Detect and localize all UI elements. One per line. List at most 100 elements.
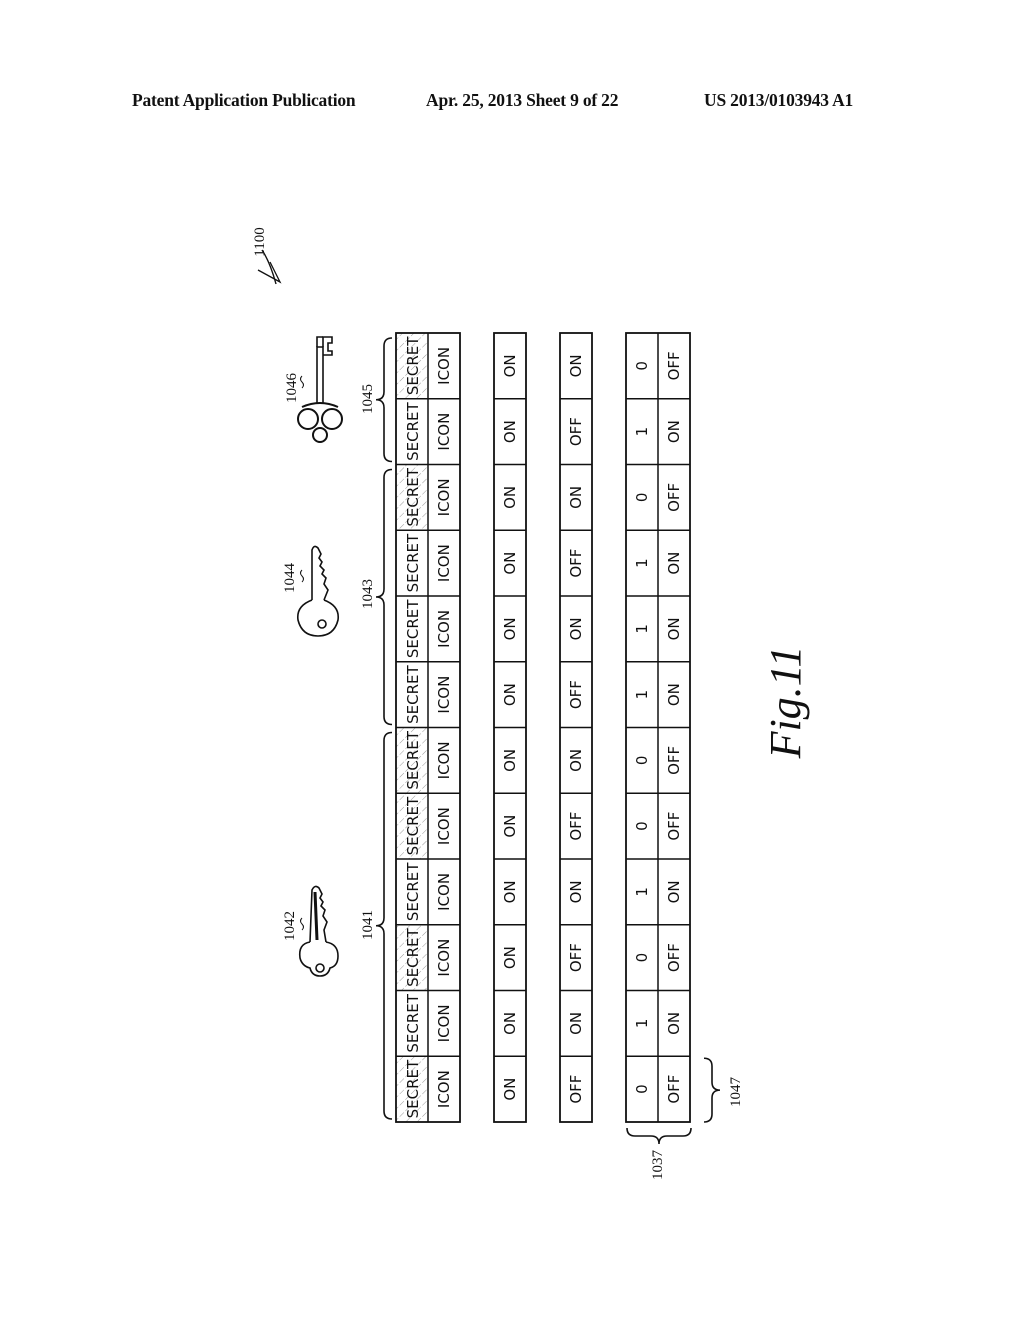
pin-tumbler-key-icon (298, 885, 339, 977)
state-value: ON (501, 1078, 519, 1101)
icon-label: ICON (435, 1004, 453, 1042)
state-value: ON (567, 749, 585, 772)
state-value: ON (567, 617, 585, 640)
icon-label: ICON (435, 873, 453, 911)
secret-label: SECRET (404, 599, 422, 658)
bit-state: OFF (665, 483, 683, 512)
state-value: ON (501, 683, 519, 706)
icon-label: ICON (435, 807, 453, 845)
secret-icon-cell: SECRET ICON (396, 924, 453, 991)
key-label-1042: 1042 (282, 911, 298, 941)
state-value: OFF (567, 943, 585, 972)
secret-icon-cell: SECRET ICON (396, 1056, 453, 1122)
bit-value: 1 (633, 427, 651, 437)
bit-value: 0 (633, 361, 651, 371)
icon-label: ICON (435, 1070, 453, 1108)
secret-icon-table: SECRET ICON SECRET ICON SECRET ICON SECRET ICON… (395, 332, 461, 1123)
bit-state: ON (665, 617, 683, 640)
state-value: ON (501, 749, 519, 772)
state-value: ON (567, 1012, 585, 1035)
secret-icon-cell: SECRET ICON (396, 464, 453, 531)
secret-label: SECRET (404, 993, 422, 1052)
bit-state: OFF (665, 746, 683, 775)
bit-state: ON (665, 880, 683, 903)
state-value: ON (567, 354, 585, 377)
bit-value: 1 (633, 887, 651, 897)
figure-11-diagram: 1100 SECRET ICONSECRET ICONSECRET ICONSECRE… (252, 227, 810, 1181)
bit-state: ON (665, 420, 683, 443)
secret-label: SECRET (404, 402, 422, 461)
secret-icon-cell: SECRET ICON (396, 727, 453, 794)
state-value: ON (501, 617, 519, 640)
bit-state: OFF (665, 1075, 683, 1104)
bit-state: OFF (665, 943, 683, 972)
all-on-table: ON ON ON ON ON ON ON ON ON ON ON ON (493, 332, 527, 1123)
icon-label: ICON (435, 544, 453, 582)
state-value: OFF (567, 417, 585, 446)
icon-label: ICON (435, 610, 453, 648)
group-brace-1043 (375, 468, 393, 726)
icon-label: ICON (435, 478, 453, 516)
group-label-1043: 1043 (360, 579, 376, 609)
bit-value: 0 (633, 493, 651, 503)
key-label-1044: 1044 (282, 563, 298, 594)
figure-caption: Fig.11 (761, 646, 810, 760)
state-value: ON (501, 880, 519, 903)
skeleton-key-icon (297, 336, 343, 443)
leader-squiggle-1046 (300, 375, 304, 389)
secret-icon-cell: SECRET ICON (396, 793, 453, 859)
state-value: ON (501, 815, 519, 838)
secret-label: SECRET (404, 533, 422, 592)
state-value: ON (567, 880, 585, 903)
icon-label: ICON (435, 741, 453, 779)
secret-icon-cell: SECRET ICON (396, 333, 453, 399)
secret-label: SECRET (404, 796, 422, 855)
state-value: ON (501, 486, 519, 509)
column-brace-label-1047: 1047 (728, 1077, 744, 1108)
bit-value: 1 (633, 1019, 651, 1029)
state-value: ON (501, 552, 519, 575)
bit-value: 0 (633, 821, 651, 831)
row-brace-label-1037: 1037 (650, 1150, 666, 1181)
bit-state: ON (665, 552, 683, 575)
bit-value: 1 (633, 624, 651, 634)
state-value: ON (501, 420, 519, 443)
state-value: OFF (567, 1075, 585, 1104)
bit-value: 0 (633, 756, 651, 766)
state-value: OFF (567, 680, 585, 709)
key-label-1046: 1046 (284, 373, 300, 404)
icon-label: ICON (435, 676, 453, 714)
state-value: ON (501, 1012, 519, 1035)
secret-label: SECRET (404, 336, 422, 395)
bit-state: OFF (665, 812, 683, 841)
secret-label: SECRET (404, 665, 422, 724)
icon-label: ICON (435, 413, 453, 451)
bit-value: 0 (633, 953, 651, 963)
row-brace-1037 (626, 1127, 692, 1145)
icon-label: ICON (435, 939, 453, 977)
bit-state: ON (665, 683, 683, 706)
figure-reference-label: 1100 (252, 227, 268, 256)
bit-value: 1 (633, 690, 651, 700)
secret-label: SECRET (404, 1059, 422, 1118)
icon-label: ICON (435, 347, 453, 385)
key-illustrations (296, 336, 343, 977)
secret-label: SECRET (404, 730, 422, 789)
bit-value: 1 (633, 558, 651, 568)
alternating-table: ON OFF ON OFF ON OFF ON OFF ON OFF ON OFF (559, 332, 593, 1123)
group-label-1045: 1045 (360, 384, 376, 414)
state-value: ON (501, 354, 519, 377)
state-value: OFF (567, 549, 585, 578)
bit-state-table: 0 OFF 1 ON 0 OFF 1 ON 1 ON 1 ON 0 OFF 0 OFF 1 ON 0 OFF 1 ON 0 O… (625, 332, 691, 1123)
figure-reference-1100: 1100 (252, 227, 282, 285)
group-brace-1045 (375, 337, 393, 463)
modern-key-icon (296, 545, 340, 637)
secret-label: SECRET (404, 928, 422, 987)
group-label-1041: 1041 (360, 910, 376, 940)
group-brace-1041 (375, 731, 393, 1120)
leader-squiggle-1044 (300, 569, 304, 583)
bit-state: OFF (665, 351, 683, 380)
secret-label: SECRET (404, 467, 422, 526)
secret-label: SECRET (404, 862, 422, 921)
state-tables: SECRET ICON SECRET ICON SECRET ICON SECRET ICON… (395, 332, 691, 1123)
